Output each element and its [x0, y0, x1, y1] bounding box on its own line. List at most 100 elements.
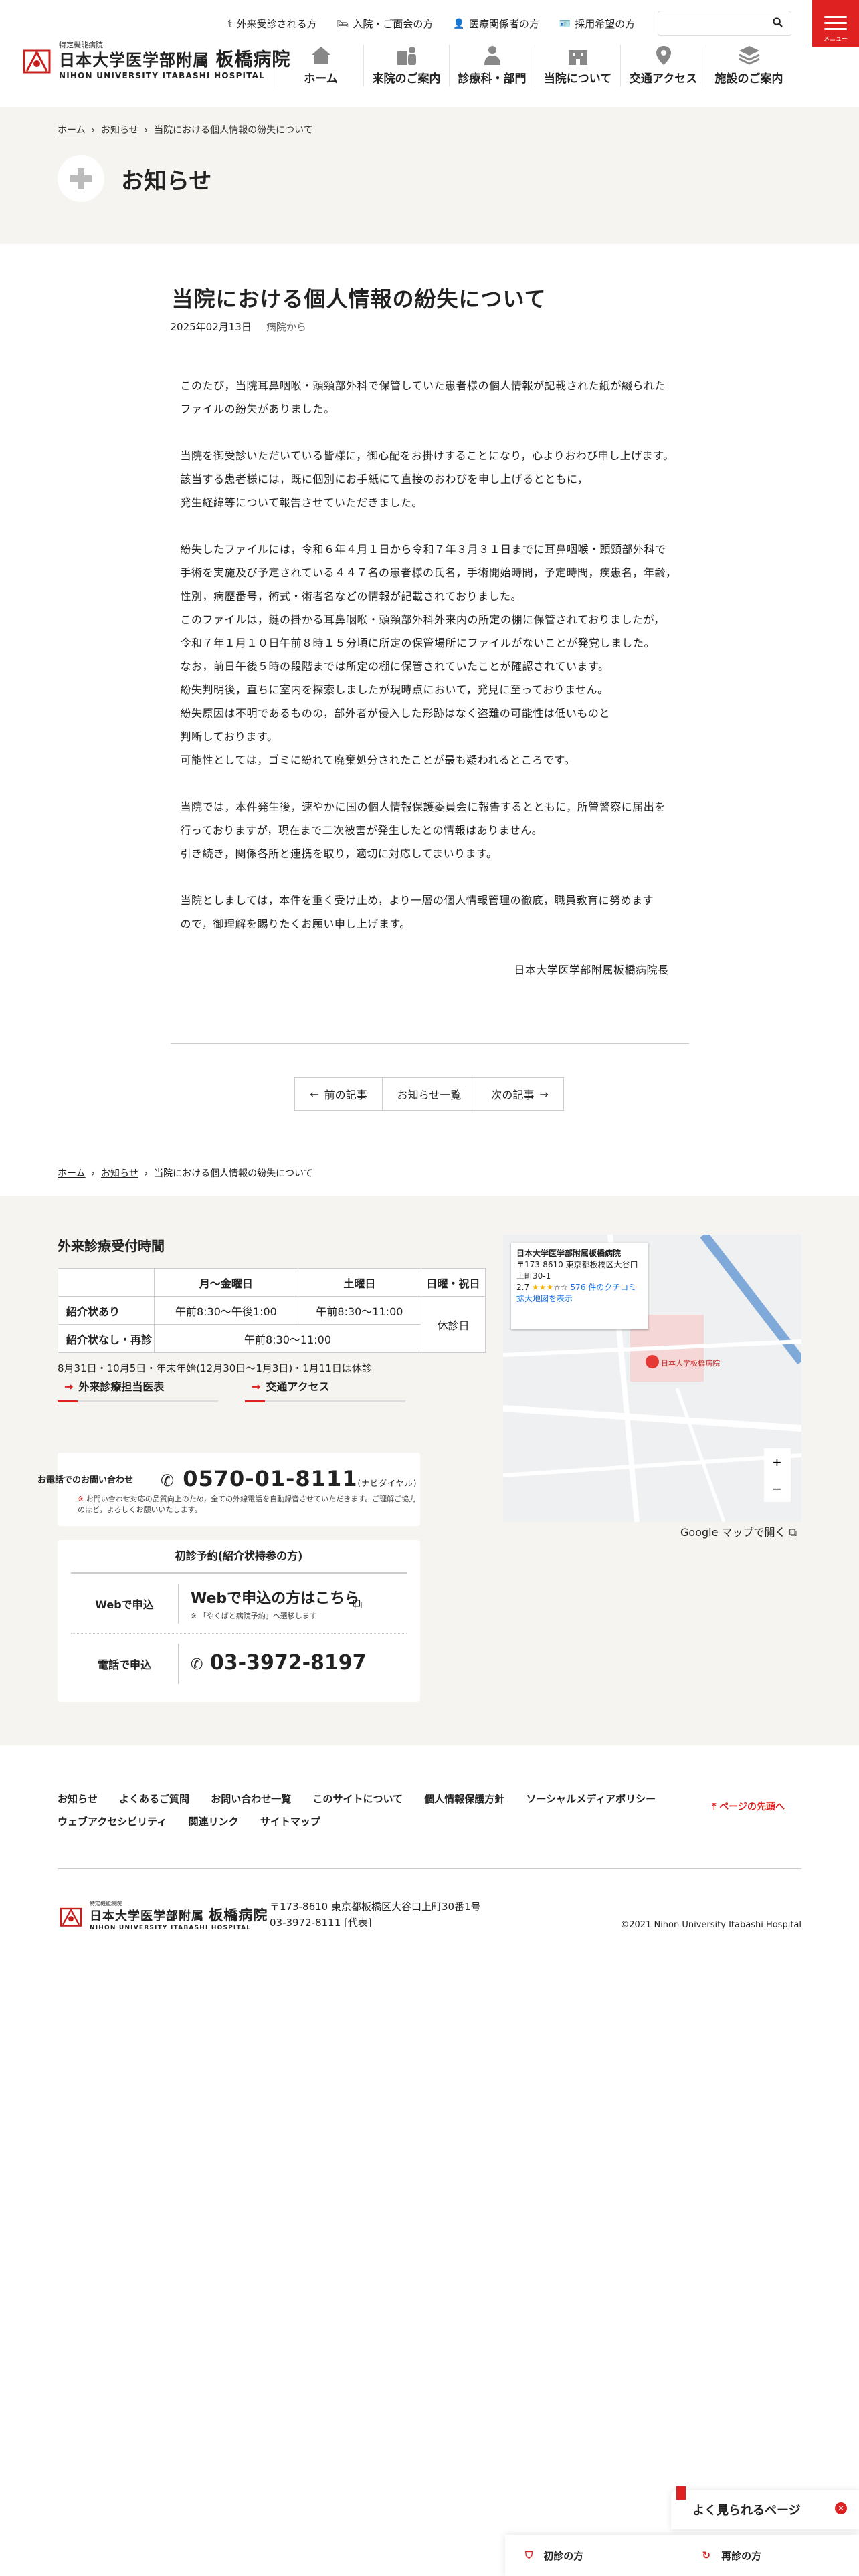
- article-paragraph: 当院としましては，本件を重く受け止め，より一層の個人情報管理の徹底，職員教育に努…: [180, 894, 654, 930]
- news-article: 当院における個人情報の紛失について 2025年02月13日 病院から このたび，…: [170, 244, 689, 1111]
- article-paragraph: このたび，当院耳鼻咽喉・頭頸部外科で保管していた患者様の個人情報が記載された紙が…: [180, 379, 666, 415]
- gnav-departments[interactable]: 診療科・部門: [449, 45, 535, 86]
- row-label: 紹介状あり: [58, 1296, 155, 1325]
- search-input[interactable]: [664, 11, 771, 34]
- bed-icon: 🛏: [337, 18, 349, 29]
- site-footer: お知らせ よくあるご質問 お問い合わせ一覧 このサイトについて 個人情報保護方針…: [0, 1788, 859, 1949]
- footer-logo[interactable]: 特定機能病院 日本大学医学部附属 板橋病院 NIHON UNIVERSITY I…: [58, 1901, 268, 1931]
- footer-link[interactable]: ウェブアクセシビリティ: [58, 1816, 167, 1828]
- table-header: 日曜・祝日: [421, 1268, 486, 1297]
- article-paragraph: 紛失したファイルには，令和６年４月１日から令和７年３月３１日までに耳鼻咽喉・頭頸…: [180, 543, 677, 766]
- row-label: 紹介状なし・再診: [58, 1324, 155, 1353]
- utility-inpatient[interactable]: 🛏 入院・ご面会の方: [337, 17, 434, 31]
- breadcrumb-bottom: ホーム › お知らせ › 当院における個人情報の紛失について: [58, 1166, 859, 1180]
- table-cell: 午前8:30～午後1:00: [154, 1296, 298, 1325]
- phone-contact: お電話でのお問い合わせ ✆ 0570-01-8111(ナビダイヤル) ※ お問い…: [37, 1453, 420, 1526]
- svg-text:−: −: [773, 1481, 781, 1497]
- page-title-block: お知らせ: [58, 155, 211, 202]
- footer-link[interactable]: 個人情報保護方針: [424, 1793, 504, 1805]
- article-pager: ← 前の記事 お知らせ一覧 次の記事 →: [171, 1077, 689, 1111]
- layers-icon: [737, 45, 761, 66]
- gnav-about[interactable]: 当院について: [535, 45, 620, 86]
- utility-nav: ⚕ 外来受診される方 🛏 入院・ご面会の方 👤 医療関係者の方 🪪 採用希望の方: [227, 17, 635, 31]
- close-icon[interactable]: ✕: [835, 2502, 847, 2514]
- open-google-maps-link[interactable]: Google マップで開く ⧉: [680, 1523, 797, 1539]
- global-nav: ホーム 来院のご案内 診療科・部門 当院について 交通アクセス 施設のご案内: [278, 45, 791, 86]
- arrow-up-icon: ⤒: [712, 1802, 717, 1812]
- booking-web-link[interactable]: Webで申込の方はこちら ※ 「やくばと病院予約」へ遷移します ⧉: [178, 1583, 362, 1624]
- arrow-right-icon: →: [539, 1087, 549, 1101]
- next-article-button[interactable]: 次の記事 →: [476, 1077, 564, 1111]
- breadcrumb-home[interactable]: ホーム: [58, 125, 86, 136]
- plus-icon: [58, 155, 104, 202]
- table-corner: [58, 1268, 155, 1297]
- footer-link[interactable]: お知らせ: [58, 1793, 98, 1805]
- footer-link[interactable]: ソーシャルメディアポリシー: [526, 1793, 656, 1805]
- utility-recruit[interactable]: 🪪 採用希望の方: [559, 17, 635, 31]
- booking-title: 初診予約(紹介状持参の方): [71, 1547, 407, 1574]
- article-meta: 2025年02月13日 病院から: [171, 320, 689, 334]
- breadcrumb-separator: ›: [88, 125, 101, 136]
- prev-article-button[interactable]: ← 前の記事: [294, 1077, 383, 1111]
- google-map[interactable]: 日本大学板橋病院 + − 日本大学医学部附属板橋病院 〒173-8610 東京都…: [503, 1235, 801, 1522]
- booking-tel-number[interactable]: ✆ 03-3972-8197: [178, 1644, 367, 1684]
- menu-label: メニュー: [823, 36, 848, 43]
- phone-icon: ✆: [161, 1471, 175, 1490]
- back-to-top-button[interactable]: ⤒ ページの先頭へ: [712, 1796, 785, 1818]
- first-visit-link[interactable]: ⛉ 初診の方: [505, 2535, 682, 2576]
- footer-link[interactable]: このサイトについて: [312, 1793, 403, 1805]
- svg-text:+: +: [773, 1454, 781, 1471]
- divider: [170, 1043, 689, 1044]
- popular-pages-bar: ⛉ 初診の方 ↻ 再診の方: [505, 2535, 859, 2576]
- doctor-schedule-link[interactable]: → 外来診療担当医表: [58, 1371, 218, 1402]
- menu-button[interactable]: メニュー: [812, 0, 859, 47]
- search-icon[interactable]: [773, 17, 783, 30]
- copyright: ©2021 Nihon University Itabashi Hospital: [620, 1920, 801, 1930]
- footer-phone-link[interactable]: 03-3972-8111 [代表]: [270, 1917, 372, 1929]
- utility-medical-staff[interactable]: 👤 医療関係者の方: [453, 17, 539, 31]
- arrow-right-icon: →: [252, 1380, 261, 1393]
- breadcrumb-section[interactable]: お知らせ: [101, 1168, 138, 1179]
- map-reviews-link[interactable]: 576 件のクチコミ: [571, 1283, 637, 1292]
- gnav-access[interactable]: 交通アクセス: [620, 45, 706, 86]
- footer-bottom: 特定機能病院 日本大学医学部附属 板橋病院 NIHON UNIVERSITY I…: [0, 1869, 859, 1949]
- breadcrumb-section[interactable]: お知らせ: [101, 125, 138, 136]
- map-address: 〒173-8610 東京都板橋区大谷口上町30-1: [516, 1260, 638, 1281]
- gnav-facilities[interactable]: 施設のご案内: [706, 45, 791, 86]
- quick-links: → 外来診療担当医表 → 交通アクセス: [58, 1371, 405, 1402]
- site-search: [658, 11, 791, 36]
- article-category: 病院から: [266, 321, 306, 333]
- news-list-button[interactable]: お知らせ一覧: [381, 1077, 477, 1111]
- logo-title: 日本大学医学部附属 板橋病院: [90, 1907, 268, 1923]
- article-title: 当院における個人情報の紛失について: [171, 286, 547, 312]
- popular-pages-toggle[interactable]: よく見られるページ ✕: [671, 2486, 859, 2529]
- map-enlarge-link[interactable]: 拡大地図を表示: [516, 1293, 643, 1305]
- gnav-visit[interactable]: 来院のご案内: [363, 45, 449, 86]
- phone-icon: ✆: [191, 1656, 203, 1673]
- logo-english: NIHON UNIVERSITY ITABASHI HOSPITAL: [90, 1925, 252, 1931]
- breadcrumb-home[interactable]: ホーム: [58, 1168, 86, 1179]
- address-text: 〒173-8610 東京都板橋区大谷口上町30番1号: [270, 1901, 481, 1913]
- footer-address: 〒173-8610 東京都板橋区大谷口上町30番1号 03-3972-8111 …: [270, 1899, 481, 1931]
- hospital-icon: [566, 45, 590, 66]
- table-cell: 午前8:30～11:00: [154, 1324, 421, 1353]
- hospital-info: 外来診療受付時間 月～金曜日 土曜日 日曜・祝日 紹介状あり 午前8:30～午後…: [0, 1196, 859, 1745]
- table-header: 月～金曜日: [154, 1268, 298, 1297]
- access-link[interactable]: → 交通アクセス: [245, 1371, 405, 1402]
- revisit-link[interactable]: ↻ 再診の方: [682, 2535, 859, 2576]
- page-head: ホーム › お知らせ › 当院における個人情報の紛失について お知らせ: [0, 107, 859, 244]
- booking-tel-row: 電話で申込 ✆ 03-3972-8197: [71, 1634, 407, 1694]
- shield-icon: ⛉: [525, 2549, 533, 2561]
- article-signature: 日本大学医学部附属板橋病院長: [514, 964, 669, 976]
- footer-link[interactable]: よくあるご質問: [119, 1793, 189, 1805]
- gnav-home[interactable]: ホーム: [278, 45, 363, 86]
- table-cell: 休診日: [421, 1296, 486, 1353]
- map-pin-icon: [652, 45, 676, 66]
- hospital-emblem-icon: [20, 44, 54, 78]
- footer-link[interactable]: お問い合わせ一覧: [211, 1793, 291, 1805]
- utility-outpatient[interactable]: ⚕ 外来受診される方: [227, 17, 317, 31]
- phone-number[interactable]: ✆ 0570-01-8111(ナビダイヤル): [161, 1466, 417, 1491]
- footer-link[interactable]: サイトマップ: [260, 1816, 320, 1828]
- site-logo[interactable]: 特定機能病院 日本大学医学部附属 板橋病院 NIHON UNIVERSITY I…: [20, 41, 290, 80]
- footer-link[interactable]: 関連リンク: [189, 1816, 239, 1828]
